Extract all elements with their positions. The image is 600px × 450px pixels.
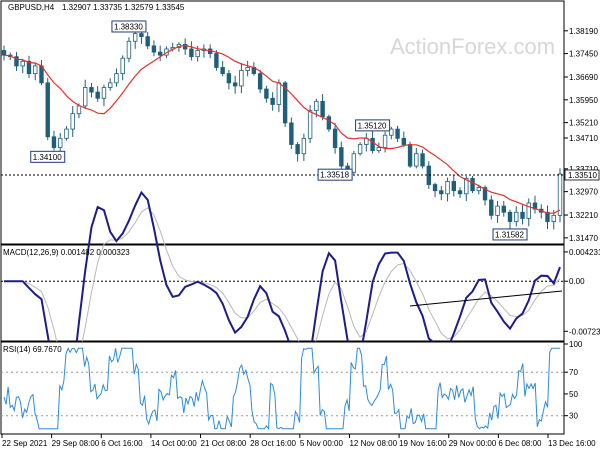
macd-tick-label: 0.004231 [569,248,600,257]
rsi-panel: 100 70 50 30 RSI(14) 69.7670 [0,340,583,435]
rsi-tick-label: 30 [569,412,578,421]
price-tick-label: 1.37450 [569,50,598,59]
svg-text:1.38330: 1.38330 [114,22,143,31]
watermark-text: ActionForex.com [390,34,555,59]
header-symbol: GBPUSD,H4 [8,3,55,12]
price-tick-label: 1.38190 [569,27,598,36]
x-tick-label: 12 Nov 08:00 [349,439,397,448]
current-price-label: 1.33510 [568,171,597,180]
price-tick-label: 1.32970 [569,188,598,197]
macd-title: MACD(12,26,9) 0.001482 0.000323 [3,248,130,257]
price-candle [470,176,475,193]
chart-root: 1.38190 1.37450 1.36690 1.35950 1.35210 1.347… [0,0,600,448]
price-tick-label: 1.32210 [569,211,598,220]
rsi-tick-label: 50 [569,390,578,399]
price-level-annotation: 1.38330 [111,20,147,33]
rsi-title: RSI(14) 69.7670 [3,345,62,354]
x-tick-label: 6 Oct 16:00 [101,439,143,448]
price-y-axis: 1.38190 1.37450 1.36690 1.35950 1.35210 1.347… [564,27,600,243]
svg-text:1.33518: 1.33518 [320,171,349,180]
rsi-tick-label: 100 [569,340,583,349]
price-tick-label: 1.34710 [569,134,598,143]
price-candle [214,50,219,71]
price-tick-label: 1.35950 [569,96,598,105]
price-candle [557,168,563,223]
macd-tick-label: -0.00723 [569,327,600,336]
x-axis: 22 Sep 2021 29 Sep 08:00 6 Oct 16:00 14 Oct… [1,434,596,448]
svg-text:1.34100: 1.34100 [33,153,62,162]
price-panel: 1.38190 1.37450 1.36690 1.35950 1.35210 1.347… [0,0,600,245]
svg-text:1.31582: 1.31582 [495,230,524,239]
rsi-y-axis: 100 70 50 30 [564,340,583,421]
price-tick-label: 1.35210 [569,119,598,128]
price-tick-label: 1.36690 [569,73,598,82]
x-tick-label: 29 Sep 08:00 [52,439,100,448]
price-tick-label: 1.31470 [569,234,598,243]
price-level-annotation: 1.35120 [355,119,391,132]
price-candle [407,141,413,168]
macd-tick-label: 0.00 [569,277,585,286]
x-tick-label: 28 Oct 16:00 [250,439,296,448]
price-level-annotation: 1.34100 [30,150,66,163]
macd-y-axis: 0.004231 0.00 -0.00723 [564,248,600,336]
x-tick-label: 19 Nov 16:00 [399,439,447,448]
x-tick-label: 14 Oct 00:00 [151,439,197,448]
x-tick-label: 6 Dec 08:00 [498,439,542,448]
price-level-annotation: 1.33518 [317,168,353,181]
header-ohlc: 1.32907 1.33735 1.32579 1.33545 [62,3,185,12]
rsi-tick-label: 70 [569,368,578,377]
rsi-panel-frame [0,341,565,435]
x-tick-label: 22 Sep 2021 [2,439,48,448]
x-tick-label: 5 Nov 00:00 [300,439,344,448]
price-candle [357,142,363,156]
x-tick-label: 29 Nov 00:00 [449,439,497,448]
price-candle [45,77,50,141]
price-level-annotation: 1.31582 [492,228,528,241]
x-tick-label: 21 Oct 08:00 [201,439,247,448]
price-candle [326,114,332,132]
price-candle [126,37,132,63]
svg-text:1.35120: 1.35120 [358,121,387,130]
x-tick-label: 13 Dec 16:00 [548,439,596,448]
